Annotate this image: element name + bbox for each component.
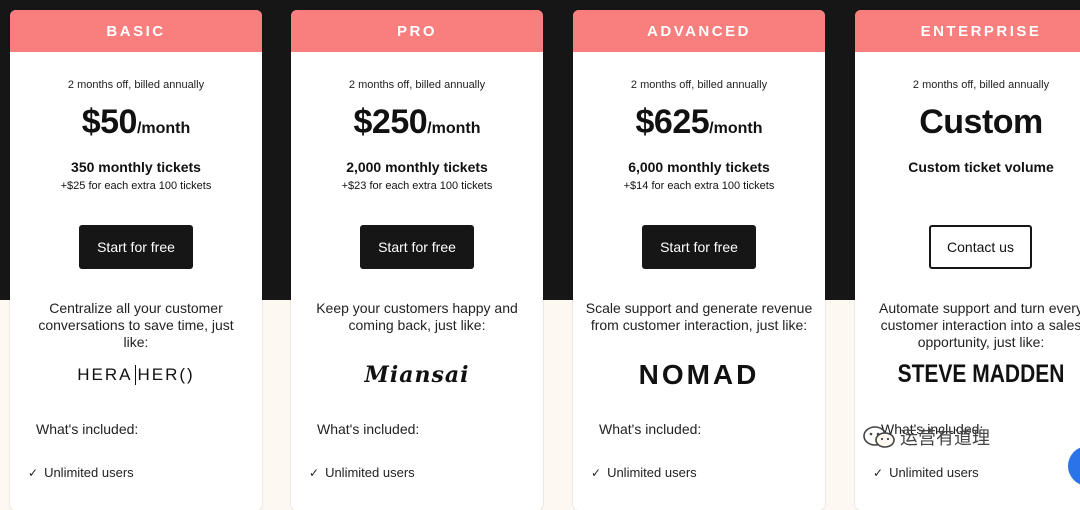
wechat-icon <box>862 425 896 449</box>
extra-ticket-price: +$25 for each extra 100 tickets <box>60 180 212 192</box>
extra-ticket-price: +$14 for each extra 100 tickets <box>623 180 775 192</box>
price-row: $625/month <box>573 103 825 143</box>
start-for-free-button[interactable]: Start for free <box>642 225 756 269</box>
whats-included-label: What's included: <box>317 421 420 437</box>
plan-description: Scale support and generate revenue from … <box>585 300 813 333</box>
extra-ticket-price: +$23 for each extra 100 tickets <box>341 180 493 192</box>
billing-note: 2 months off, billed annually <box>348 79 486 91</box>
price-period: /month <box>136 120 191 137</box>
ticket-volume: 6,000 monthly tickets <box>628 159 770 175</box>
check-icon: ✓ <box>309 465 320 480</box>
logo-text-hera: HERA <box>77 364 133 384</box>
whats-included-label: What's included: <box>36 421 139 437</box>
plan-name: BASIC <box>10 10 262 52</box>
whats-included-label: What's included: <box>599 421 702 437</box>
ticket-volume: 350 monthly tickets <box>71 159 201 175</box>
price: $625 <box>635 103 710 141</box>
customer-logo-hera-hero: HERA HER() <box>10 360 262 390</box>
watermark: 运营有道理 <box>862 424 990 450</box>
contact-us-button[interactable]: Contact us <box>929 225 1032 269</box>
feature-label: Unlimited users <box>325 465 415 480</box>
plan-description: Centralize all your customer conversatio… <box>38 300 234 350</box>
price: $50 <box>81 103 138 141</box>
plan-name: PRO <box>291 10 543 52</box>
customer-logo-miansai: Miansai <box>291 360 543 390</box>
customer-logo-nomad: NOMAD <box>573 359 825 390</box>
price: Custom <box>919 103 1043 141</box>
feature-label: Unlimited users <box>44 465 134 480</box>
billing-note: 2 months off, billed annually <box>630 79 768 91</box>
feature-item: ✓ Unlimited users <box>309 465 415 480</box>
check-icon: ✓ <box>28 465 39 480</box>
price-period: /month <box>709 120 763 137</box>
check-icon: ✓ <box>873 465 884 480</box>
feature-item: ✓ Unlimited users <box>873 465 979 480</box>
feature-item: ✓ Unlimited users <box>28 465 134 480</box>
billing-note: 2 months off, billed annually <box>912 79 1050 91</box>
start-for-free-button[interactable]: Start for free <box>360 225 474 269</box>
plan-description: Automate support and turn every customer… <box>879 300 1080 350</box>
start-for-free-button[interactable]: Start for free <box>79 225 193 269</box>
check-icon: ✓ <box>591 465 602 480</box>
feature-label: Unlimited users <box>889 465 979 480</box>
feature-label: Unlimited users <box>607 465 697 480</box>
price: $250 <box>353 103 428 141</box>
logo-text-hero: HER() <box>137 364 195 384</box>
logo-text: Miansai <box>364 362 470 388</box>
price-row: $50/month <box>10 103 262 143</box>
ticket-volume: Custom ticket volume <box>908 159 1054 175</box>
logo-text: STEVE MADDEN <box>897 360 1065 389</box>
plan-name: ENTERPRISE <box>855 10 1080 52</box>
watermark-text: 运营有道理 <box>900 428 990 448</box>
feature-item: ✓ Unlimited users <box>591 465 697 480</box>
price-row: $250/month <box>291 103 543 143</box>
plan-name: ADVANCED <box>573 10 825 52</box>
billing-note: 2 months off, billed annually <box>67 79 205 91</box>
price-period: /month <box>427 120 481 137</box>
ticket-volume: 2,000 monthly tickets <box>346 159 488 175</box>
logo-text: NOMAD <box>638 359 760 390</box>
plan-card-basic: BASIC 2 months off, billed annually $50/… <box>10 10 262 510</box>
plan-card-pro: PRO 2 months off, billed annually $250/m… <box>291 10 543 510</box>
plan-description: Keep your customers happy and coming bac… <box>316 300 518 333</box>
customer-logo-steve-madden: STEVE MADDEN <box>855 360 1080 390</box>
price-row: Custom <box>855 103 1080 143</box>
plan-card-advanced: ADVANCED 2 months off, billed annually $… <box>573 10 825 510</box>
